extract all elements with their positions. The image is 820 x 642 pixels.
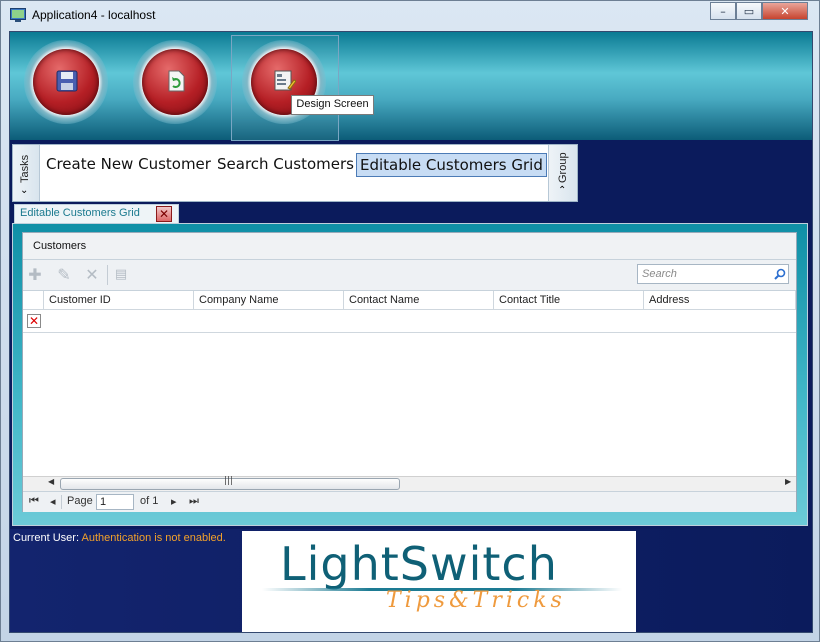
screen-content: Customers ✚ ✎ ✕ ▤ Search Customer ID Com… [12, 223, 808, 526]
delete-icon[interactable]: ✕ [83, 266, 101, 284]
horizontal-scrollbar[interactable]: ◀ ||| ▶ [23, 476, 796, 491]
search-input[interactable]: Search [637, 264, 789, 284]
refresh-icon [168, 70, 185, 92]
scroll-right-icon[interactable]: ▶ [785, 477, 791, 486]
panel-title: Customers [33, 240, 87, 252]
logo: LightSwitch Tips&Tricks [242, 531, 636, 632]
row-header-column [23, 291, 44, 310]
current-user-label: Current User: [13, 532, 80, 544]
pager-divider [61, 495, 62, 509]
task-search-customers[interactable]: Search Customers [217, 153, 354, 175]
page-number-input[interactable]: 1 [96, 494, 134, 510]
refresh-button[interactable] [133, 40, 217, 124]
app-window: Application4 - localhost – ▭ ✕ Design Sc… [0, 0, 820, 642]
task-editable-customers-grid[interactable]: Editable Customers Grid [356, 153, 547, 177]
page-label: Page [67, 495, 93, 507]
save-icon [56, 70, 78, 92]
minimize-button[interactable]: – [710, 2, 736, 20]
logo-subtitle: Tips&Tricks [386, 588, 566, 613]
app-client-area: Design Screen Tasks ⌄ Create New Custome… [9, 31, 813, 633]
table-row[interactable]: ✕ [23, 311, 796, 333]
pager: ⏮ ◂ Page 1 of 1 ▸ ⏭ [23, 491, 796, 512]
status-area: Current User: Authentication is not enab… [10, 529, 812, 632]
tasks-tab[interactable]: Tasks ⌄ [13, 145, 40, 201]
current-user: Current User: Authentication is not enab… [13, 532, 226, 544]
tooltip: Design Screen [291, 95, 374, 115]
search-icon[interactable] [774, 268, 786, 280]
tasks-tab-label: Tasks [19, 154, 31, 183]
next-page-icon[interactable]: ▸ [171, 495, 177, 508]
task-menu: Tasks ⌄ Create New Customer Search Custo… [12, 144, 578, 202]
task-create-new-customer[interactable]: Create New Customer [46, 153, 211, 175]
column-header[interactable]: Customer ID [44, 291, 194, 310]
document-tab[interactable]: Editable Customers Grid ✕ [14, 204, 179, 224]
close-button[interactable]: ✕ [762, 2, 808, 20]
chevron-up-icon: ⌃ [558, 185, 567, 196]
column-header[interactable]: Contact Name [344, 291, 494, 310]
design-screen-icon [274, 70, 296, 91]
add-icon[interactable]: ✚ [26, 266, 44, 284]
group-tab[interactable]: Group ⌃ [548, 145, 577, 201]
save-button[interactable] [24, 40, 108, 124]
edit-icon[interactable]: ✎ [55, 266, 73, 284]
first-page-icon[interactable]: ⏮ [29, 495, 39, 508]
logo-title: LightSwitch [280, 537, 558, 591]
command-ribbon: Design Screen [10, 32, 812, 141]
document-tab-label: Editable Customers Grid [20, 207, 140, 219]
column-header[interactable]: Company Name [194, 291, 344, 310]
group-tab-label: Group [557, 152, 569, 183]
previous-page-icon[interactable]: ◂ [50, 495, 56, 508]
title-bar: Application4 - localhost – ▭ ✕ [1, 1, 819, 31]
grip-icon: ||| [224, 476, 234, 486]
page-count-label: of 1 [140, 495, 159, 507]
customers-grid-panel: Customers ✚ ✎ ✕ ▤ Search Customer ID Com… [22, 232, 797, 512]
window-title: Application4 - localhost [32, 8, 156, 22]
toolbar-divider [107, 265, 108, 285]
maximize-button[interactable]: ▭ [736, 2, 762, 20]
column-header[interactable]: Contact Title [494, 291, 644, 310]
save-button-face [33, 49, 99, 115]
delete-row-icon[interactable]: ✕ [27, 314, 41, 328]
column-header[interactable]: Address [644, 291, 796, 310]
chevron-down-icon: ⌄ [20, 185, 29, 196]
grid-toolbar: ✚ ✎ ✕ ▤ Search [23, 260, 796, 291]
app-icon [10, 8, 26, 22]
data-grid: Customer ID Company Name Contact Name Co… [23, 291, 796, 476]
current-user-value: Authentication is not enabled. [81, 532, 226, 544]
scroll-thumb[interactable]: ||| [60, 476, 400, 490]
panel-header: Customers [23, 233, 796, 260]
scroll-left-icon[interactable]: ◀ [48, 477, 54, 486]
last-page-icon[interactable]: ⏭ [189, 495, 199, 508]
close-tab-icon[interactable]: ✕ [156, 206, 172, 222]
refresh-button-face [142, 49, 208, 115]
export-icon[interactable]: ▤ [112, 266, 130, 284]
